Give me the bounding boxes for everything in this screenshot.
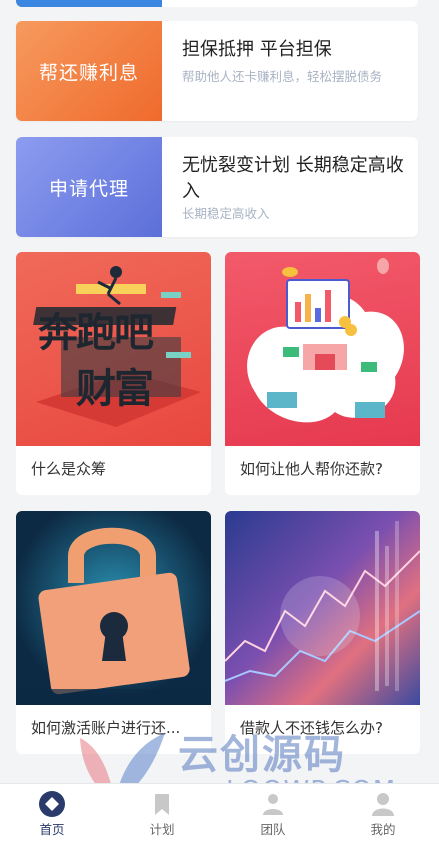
tab-plan[interactable]: 计划	[122, 784, 202, 845]
article-caption: 如何让他人帮你还款?	[240, 460, 383, 478]
tab-label: 我的	[370, 822, 396, 837]
promo-card-agent[interactable]: 申请代理 无忧裂变计划 长期稳定高收入 长期稳定高收入	[16, 137, 418, 237]
promo-subtitle: 帮助他人还卡赚利息，轻松摆脱债务	[182, 69, 383, 84]
article-card[interactable]: 借款人不还钱怎么办?	[225, 511, 420, 754]
promo-title: 担保抵押 平台担保	[182, 39, 332, 60]
article-image	[225, 252, 420, 446]
article-card[interactable]: 奔跑吧 财富 什么是众筹	[16, 252, 211, 495]
article-caption: 什么是众筹	[31, 460, 107, 478]
tab-label: 团队	[260, 822, 286, 837]
tab-team[interactable]: 团队	[233, 784, 313, 845]
article-image	[16, 511, 211, 705]
tab-label: 计划	[149, 822, 175, 837]
article-caption: 如何激活账户进行还...	[31, 719, 181, 737]
promo-title: 无忧裂变计划 长期稳定高收入	[182, 155, 404, 202]
article-card[interactable]: 如何让他人帮你还款?	[225, 252, 420, 495]
article-image	[225, 511, 420, 705]
art-text-run: 奔跑吧	[38, 310, 154, 356]
tab-home[interactable]: 首页	[12, 784, 92, 845]
previous-promo-card[interactable]	[16, 0, 418, 7]
user-icon	[372, 793, 394, 816]
promo-subtitle: 长期稳定高收入	[182, 206, 270, 221]
team-icon	[263, 794, 283, 815]
article-card[interactable]: 如何激活账户进行还...	[16, 511, 211, 754]
article-image: 奔跑吧 财富	[16, 252, 211, 446]
article-caption: 借款人不还钱怎么办?	[240, 719, 383, 737]
promo-card-guarantee[interactable]: 帮还赚利息 担保抵押 平台担保 帮助他人还卡赚利息，轻松摆脱债务	[16, 21, 418, 121]
promo-thumb: 申请代理	[16, 137, 162, 237]
previous-promo-thumb	[16, 0, 162, 7]
promo-thumb: 帮还赚利息	[16, 21, 162, 121]
tab-label: 首页	[39, 822, 65, 837]
art-text-fortune: 财富	[76, 366, 154, 412]
tab-mine[interactable]: 我的	[343, 784, 423, 845]
bookmark-icon	[155, 794, 169, 815]
home-icon	[39, 791, 65, 817]
bottom-tab-bar: 首页 计划 团队 我的	[0, 783, 439, 845]
